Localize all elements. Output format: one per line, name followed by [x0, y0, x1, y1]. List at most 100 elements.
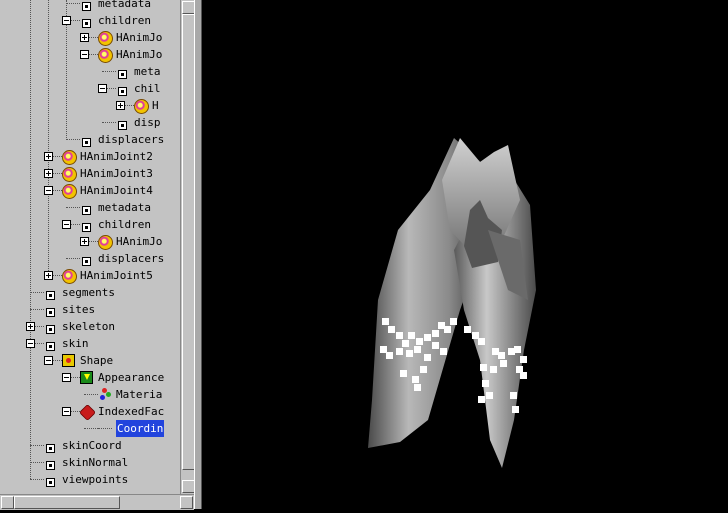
tree-node[interactable]: skinNormal	[0, 454, 180, 471]
tree-node[interactable]: Appearance	[0, 369, 180, 386]
vertex-marker	[480, 364, 487, 371]
vertex-marker	[512, 406, 519, 413]
field-icon	[82, 257, 91, 266]
tree-node-label: displacers	[98, 252, 165, 265]
tree-node[interactable]: HAnimJo	[0, 233, 180, 250]
tree-node[interactable]: metadata	[0, 199, 180, 216]
vertex-marker	[438, 322, 445, 329]
hanim-joint-icon	[62, 150, 77, 165]
tree-connector	[30, 462, 44, 463]
collapse-icon[interactable]	[80, 50, 89, 59]
tree-node-label: children	[98, 14, 151, 27]
collapse-icon[interactable]	[62, 16, 71, 25]
field-icon	[82, 2, 91, 11]
tree-node-label: HAnimJoint2	[80, 150, 153, 163]
vertex-marker	[478, 338, 485, 345]
vertex-marker	[514, 346, 521, 353]
tree-node[interactable]: chil	[0, 80, 180, 97]
vertex-marker	[492, 348, 499, 355]
vertex-marker	[408, 332, 415, 339]
vertex-marker	[498, 352, 505, 359]
tree-node-label: meta	[134, 65, 161, 78]
collapse-icon[interactable]	[44, 186, 53, 195]
tree-node[interactable]: HAnimJoint4	[0, 182, 180, 199]
collapse-icon[interactable]	[44, 356, 53, 365]
tree-node[interactable]: Materia	[0, 386, 180, 403]
vertex-marker	[520, 372, 527, 379]
tree-node-label: IndexedFac	[98, 405, 165, 418]
field-icon	[46, 308, 55, 317]
tree-node[interactable]: skeleton	[0, 318, 180, 335]
vertex-marker	[516, 366, 523, 373]
vertex-marker	[450, 318, 457, 325]
collapse-icon[interactable]	[26, 339, 35, 348]
vertex-marker	[424, 354, 431, 361]
tree-connector	[66, 139, 80, 140]
expand-icon[interactable]	[80, 33, 89, 42]
vertex-marker	[414, 346, 421, 353]
field-icon	[46, 342, 55, 351]
tree-node[interactable]: children	[0, 12, 180, 29]
coordinate-icon	[98, 428, 112, 437]
tree-node[interactable]: skin	[0, 335, 180, 352]
expand-icon[interactable]	[44, 271, 53, 280]
tree-node[interactable]: skinCoord	[0, 437, 180, 454]
scene-tree-panel[interactable]: metadata children HAnimJo HAnimJo meta chil Hd…	[0, 0, 180, 494]
tree-node[interactable]: segments	[0, 284, 180, 301]
tree-node[interactable]: children	[0, 216, 180, 233]
tree-node[interactable]: meta	[0, 63, 180, 80]
tree-node-label: metadata	[98, 0, 151, 10]
expand-icon[interactable]	[80, 237, 89, 246]
expand-icon[interactable]	[44, 152, 53, 161]
tree-node[interactable]: HAnimJoint2	[0, 148, 180, 165]
tree-node-label: HAnimJo	[116, 48, 163, 61]
material-dot	[106, 392, 111, 397]
tree-node[interactable]: Shape	[0, 352, 180, 369]
tree-node[interactable]: disp	[0, 114, 180, 131]
expand-icon[interactable]	[44, 169, 53, 178]
field-icon	[46, 478, 55, 487]
vertex-marker	[482, 380, 489, 387]
vertex-marker	[380, 346, 387, 353]
tree-node-label: sites	[62, 303, 96, 316]
tree-node[interactable]: Coordin	[0, 420, 180, 437]
collapse-icon[interactable]	[98, 84, 107, 93]
hanim-joint-icon	[98, 235, 113, 250]
tree-node[interactable]: HAnimJo	[0, 29, 180, 46]
expand-icon[interactable]	[26, 322, 35, 331]
pane-splitter[interactable]	[194, 0, 202, 509]
collapse-icon[interactable]	[62, 407, 71, 416]
3d-viewport[interactable]	[202, 0, 728, 509]
tree-node-label: HAnimJo	[116, 235, 163, 248]
tree-node[interactable]: metadata	[0, 0, 180, 12]
horizontal-scroll-thumb[interactable]	[14, 496, 120, 509]
tree-node[interactable]: HAnimJo	[0, 46, 180, 63]
field-icon	[118, 87, 127, 96]
field-icon	[82, 138, 91, 147]
scroll-left-button[interactable]	[1, 496, 14, 509]
scroll-right-button[interactable]	[180, 496, 193, 509]
vertex-marker	[416, 338, 423, 345]
tree-node[interactable]: sites	[0, 301, 180, 318]
tree-node-label: children	[98, 218, 151, 231]
tree-node-label: Appearance	[98, 371, 165, 384]
tree-node[interactable]: displacers	[0, 131, 180, 148]
tree-node-label: H	[152, 99, 159, 112]
tree-node[interactable]: IndexedFac	[0, 403, 180, 421]
vertex-marker	[388, 326, 395, 333]
field-icon	[46, 291, 55, 300]
tree-node[interactable]: HAnimJoint3	[0, 165, 180, 182]
collapse-icon[interactable]	[62, 220, 71, 229]
expand-icon[interactable]	[116, 101, 125, 110]
tree-node[interactable]: viewpoints	[0, 471, 180, 488]
collapse-icon[interactable]	[62, 373, 71, 382]
tree-horizontal-scrollbar[interactable]	[0, 494, 194, 510]
tree-vertical-scrollbar[interactable]	[180, 0, 195, 494]
vertex-marker	[414, 384, 421, 391]
hanim-joint-icon	[62, 184, 77, 199]
tree-node[interactable]: displacers	[0, 250, 180, 267]
tree-node[interactable]: H	[0, 97, 180, 114]
vertex-marker	[440, 348, 447, 355]
tree-node[interactable]: HAnimJoint5	[0, 267, 180, 284]
appearance-icon	[80, 371, 93, 384]
